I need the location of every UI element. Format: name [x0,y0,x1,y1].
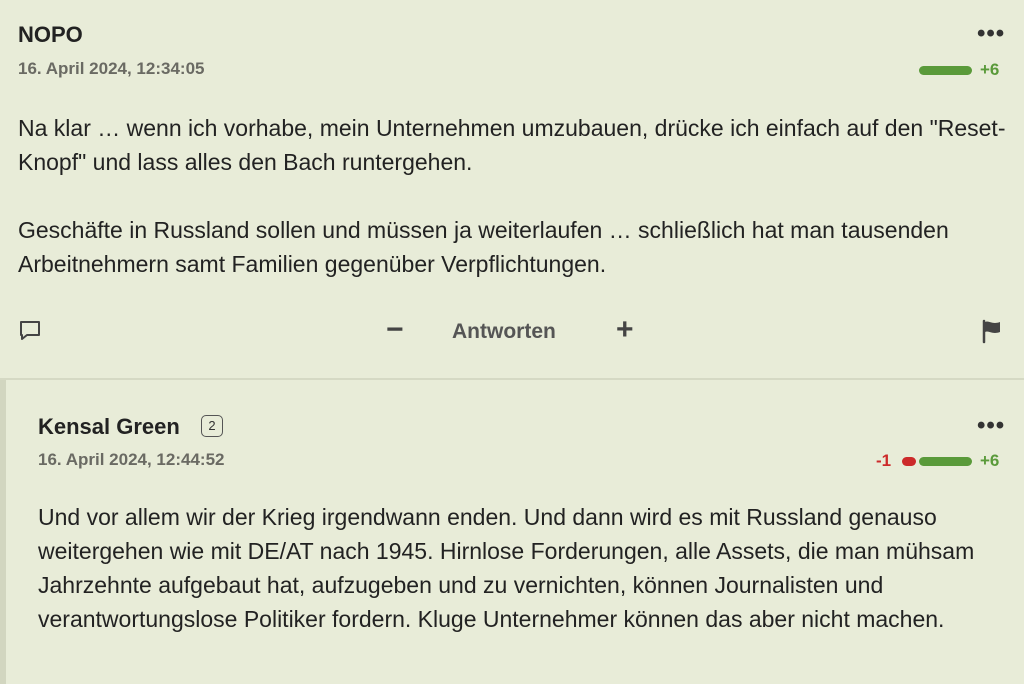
reply-count-badge: 2 [201,415,223,437]
more-icon[interactable]: ••• [977,20,1005,48]
author-name[interactable]: NOPO [18,22,83,48]
comment-icon[interactable] [18,318,42,347]
comment-paragraph: Na klar … wenn ich vorhabe, mein Unterne… [18,115,1006,175]
comment-paragraph: Geschäfte in Russland sollen und müssen … [18,217,949,277]
positive-vote-count[interactable]: +6 [980,60,999,80]
negative-vote-bar [902,457,916,466]
comment-body: Na klar … wenn ich vorhabe, mein Unterne… [18,111,1008,281]
comment-body: Und vor allem wir der Krieg irgendwann e… [38,500,998,636]
more-icon[interactable]: ••• [977,412,1005,440]
upvote-button[interactable]: + [616,315,634,345]
negative-vote-count[interactable]: -1 [876,451,891,471]
comment-paragraph: Und vor allem wir der Krieg irgendwann e… [38,504,975,632]
comment-date: 16. April 2024, 12:44:52 [38,450,225,469]
comment-date: 16. April 2024, 12:34:05 [18,59,205,78]
downvote-button[interactable]: − [386,315,404,345]
flag-icon[interactable] [980,318,1004,349]
positive-vote-count[interactable]: +6 [980,451,999,471]
reply-comment: Kensal Green 2 16. April 2024, 12:44:52 … [0,380,1024,684]
comment-post: NOPO 16. April 2024, 12:34:05 ••• +6 Na … [0,0,1024,378]
author-name[interactable]: Kensal Green [38,414,180,440]
reply-button[interactable]: Antworten [452,320,556,344]
positive-vote-bar [919,457,972,466]
positive-vote-bar [919,66,972,75]
reply-indent-bar [0,380,6,684]
